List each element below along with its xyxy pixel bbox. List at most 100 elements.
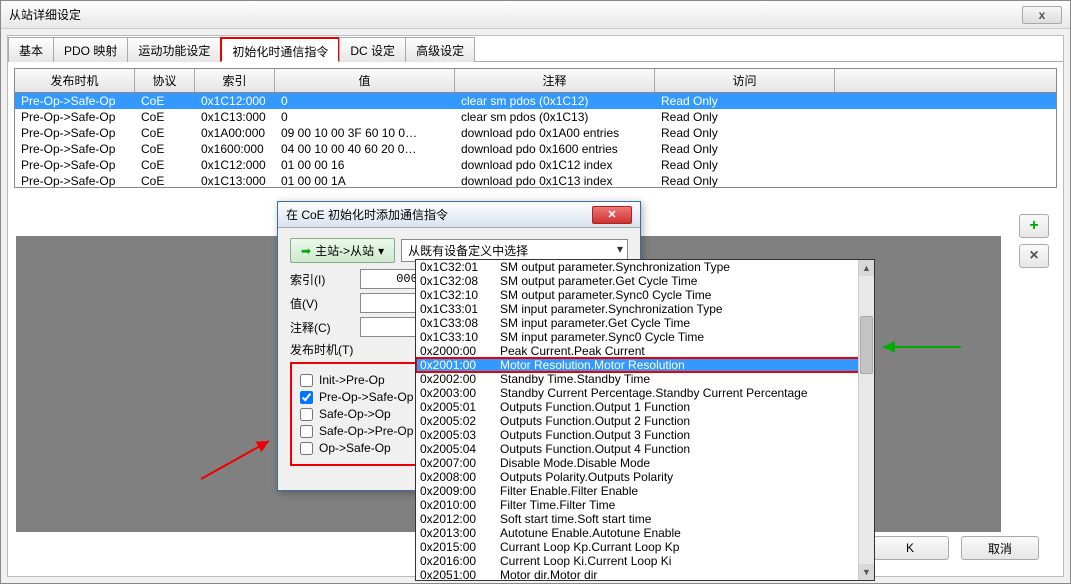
table-cell: 09 00 10 00 3F 60 10 0… bbox=[275, 125, 455, 141]
column-header[interactable]: 值 bbox=[275, 69, 455, 92]
item-desc: Soft start time.Soft start time bbox=[500, 512, 651, 526]
item-desc: Outputs Function.Output 1 Function bbox=[500, 400, 690, 414]
dropdown-scrollbar[interactable]: ▲ ▼ bbox=[858, 260, 874, 580]
dropdown-item[interactable]: 0x2015:00Currant Loop Kp.Currant Loop Kp bbox=[416, 540, 874, 554]
dialog-close-button[interactable]: ✕ bbox=[592, 206, 632, 224]
column-header[interactable]: 注释 bbox=[455, 69, 655, 92]
delete-button[interactable]: × bbox=[1019, 244, 1049, 268]
dropdown-item[interactable]: 0x2002:00Standby Time.Standby Time bbox=[416, 372, 874, 386]
table-cell: Read Only bbox=[655, 125, 835, 141]
dropdown-item[interactable]: 0x1C32:10SM output parameter.Sync0 Cycle… bbox=[416, 288, 874, 302]
scroll-up-icon[interactable]: ▲ bbox=[859, 260, 874, 276]
table-body: Pre-Op->Safe-OpCoE0x1C12:0000clear sm pd… bbox=[15, 93, 1056, 188]
table-header: 发布时机协议索引值注释访问 bbox=[15, 69, 1056, 93]
table-row[interactable]: Pre-Op->Safe-OpCoE0x1C12:0000clear sm pd… bbox=[15, 93, 1056, 109]
tab-3[interactable]: 初始化时通信指令 bbox=[220, 37, 340, 62]
item-desc: Currant Loop Kp.Currant Loop Kp bbox=[500, 540, 679, 554]
dropdown-item[interactable]: 0x2008:00Outputs Polarity.Outputs Polari… bbox=[416, 470, 874, 484]
check-label: Op->Safe-Op bbox=[319, 441, 391, 455]
item-address: 0x2012:00 bbox=[420, 512, 500, 526]
table-cell: Pre-Op->Safe-Op bbox=[15, 125, 135, 141]
dropdown-item[interactable]: 0x2003:00Standby Current Percentage.Stan… bbox=[416, 386, 874, 400]
column-header[interactable]: 索引 bbox=[195, 69, 275, 92]
item-address: 0x2001:00 bbox=[420, 358, 500, 372]
dropdown-item[interactable]: 0x2005:04Outputs Function.Output 4 Funct… bbox=[416, 442, 874, 456]
window-title: 从站详细设定 bbox=[9, 6, 1022, 23]
table-row[interactable]: Pre-Op->Safe-OpCoE0x1600:00004 00 10 00 … bbox=[15, 141, 1056, 157]
dropdown-item[interactable]: 0x1C32:01SM output parameter.Synchroniza… bbox=[416, 260, 874, 274]
dropdown-item[interactable]: 0x1C33:08SM input parameter.Get Cycle Ti… bbox=[416, 316, 874, 330]
table-cell: CoE bbox=[135, 173, 195, 188]
dropdown-item[interactable]: 0x2051:00Motor dir.Motor dir bbox=[416, 568, 874, 581]
dropdown-item[interactable]: 0x2000:00Peak Current.Peak Current bbox=[416, 344, 874, 358]
checkbox[interactable] bbox=[300, 391, 313, 404]
window-close-button[interactable]: x bbox=[1022, 6, 1062, 24]
dropdown-item[interactable]: 0x2009:00Filter Enable.Filter Enable bbox=[416, 484, 874, 498]
column-header[interactable]: 发布时机 bbox=[15, 69, 135, 92]
item-desc: Peak Current.Peak Current bbox=[500, 344, 645, 358]
direction-label: 主站->从站 bbox=[315, 242, 374, 259]
dropdown-item[interactable]: 0x1C32:08SM output parameter.Get Cycle T… bbox=[416, 274, 874, 288]
tab-5[interactable]: 高级设定 bbox=[405, 37, 475, 62]
dropdown-item[interactable]: 0x2001:00Motor Resolution.Motor Resoluti… bbox=[416, 358, 874, 372]
dropdown-item[interactable]: 0x2013:00Autotune Enable.Autotune Enable bbox=[416, 526, 874, 540]
add-button[interactable]: + bbox=[1019, 214, 1049, 238]
device-dropdown[interactable]: 0x1C32:01SM output parameter.Synchroniza… bbox=[415, 259, 875, 581]
cancel-button[interactable]: 取消 bbox=[961, 536, 1039, 560]
table-row[interactable]: Pre-Op->Safe-OpCoE0x1C13:00001 00 00 1Ad… bbox=[15, 173, 1056, 188]
table-cell: Read Only bbox=[655, 157, 835, 173]
side-buttons: + × bbox=[1019, 214, 1049, 268]
table-cell: 0x1600:000 bbox=[195, 141, 275, 157]
table-row[interactable]: Pre-Op->Safe-OpCoE0x1C12:00001 00 00 16d… bbox=[15, 157, 1056, 173]
item-desc: Motor dir.Motor dir bbox=[500, 568, 597, 581]
direction-button[interactable]: ➡ 主站->从站 ▾ bbox=[290, 238, 395, 263]
tab-2[interactable]: 运动功能设定 bbox=[127, 37, 221, 62]
table-cell: Pre-Op->Safe-Op bbox=[15, 109, 135, 125]
item-address: 0x2010:00 bbox=[420, 498, 500, 512]
dropdown-item[interactable]: 0x2005:01Outputs Function.Output 1 Funct… bbox=[416, 400, 874, 414]
dialog-titlebar: 在 CoE 初始化时添加通信指令 ✕ bbox=[278, 202, 640, 228]
ok-button[interactable]: K bbox=[871, 536, 949, 560]
item-desc: Current Loop Ki.Current Loop Ki bbox=[500, 554, 671, 568]
tab-4[interactable]: DC 设定 bbox=[339, 37, 406, 62]
dropdown-item[interactable]: 0x2012:00Soft start time.Soft start time bbox=[416, 512, 874, 526]
checkbox[interactable] bbox=[300, 374, 313, 387]
checkbox[interactable] bbox=[300, 442, 313, 455]
item-desc: Outputs Polarity.Outputs Polarity bbox=[500, 470, 673, 484]
table-cell: CoE bbox=[135, 109, 195, 125]
dropdown-item[interactable]: 0x2010:00Filter Time.Filter Time bbox=[416, 498, 874, 512]
table-cell: download pdo 0x1600 entries bbox=[455, 141, 655, 157]
item-address: 0x2051:00 bbox=[420, 568, 500, 581]
table-cell: download pdo 0x1C12 index bbox=[455, 157, 655, 173]
check-label: Pre-Op->Safe-Op bbox=[319, 390, 413, 404]
table-cell: 0x1C12:000 bbox=[195, 157, 275, 173]
table-cell: 0x1A00:000 bbox=[195, 125, 275, 141]
table-cell: download pdo 0x1A00 entries bbox=[455, 125, 655, 141]
dropdown-item[interactable]: 0x1C33:10SM input parameter.Sync0 Cycle … bbox=[416, 330, 874, 344]
table-cell: 01 00 00 16 bbox=[275, 157, 455, 173]
main-window: 从站详细设定 x 基本PDO 映射运动功能设定初始化时通信指令DC 设定高级设定… bbox=[0, 0, 1071, 584]
column-header[interactable]: 访问 bbox=[655, 69, 835, 92]
table-row[interactable]: Pre-Op->Safe-OpCoE0x1C13:0000clear sm pd… bbox=[15, 109, 1056, 125]
dropdown-item[interactable]: 0x2007:00Disable Mode.Disable Mode bbox=[416, 456, 874, 470]
table-row[interactable]: Pre-Op->Safe-OpCoE0x1A00:00009 00 10 00 … bbox=[15, 125, 1056, 141]
scroll-down-icon[interactable]: ▼ bbox=[859, 564, 874, 580]
dropdown-item[interactable]: 0x2005:02Outputs Function.Output 2 Funct… bbox=[416, 414, 874, 428]
table-cell: Pre-Op->Safe-Op bbox=[15, 141, 135, 157]
table-cell: Read Only bbox=[655, 141, 835, 157]
dropdown-item[interactable]: 0x2005:03Outputs Function.Output 3 Funct… bbox=[416, 428, 874, 442]
tab-0[interactable]: 基本 bbox=[8, 37, 54, 62]
checkbox[interactable] bbox=[300, 425, 313, 438]
column-header[interactable]: 协议 bbox=[135, 69, 195, 92]
dropdown-item[interactable]: 0x1C33:01SM input parameter.Synchronizat… bbox=[416, 302, 874, 316]
item-address: 0x1C33:10 bbox=[420, 330, 500, 344]
table-cell: CoE bbox=[135, 141, 195, 157]
scroll-thumb[interactable] bbox=[860, 316, 873, 374]
item-desc: SM input parameter.Sync0 Cycle Time bbox=[500, 330, 704, 344]
tab-1[interactable]: PDO 映射 bbox=[53, 37, 128, 62]
checkbox[interactable] bbox=[300, 408, 313, 421]
table-cell: Read Only bbox=[655, 109, 835, 125]
dropdown-item[interactable]: 0x2016:00Current Loop Ki.Current Loop Ki bbox=[416, 554, 874, 568]
item-desc: Disable Mode.Disable Mode bbox=[500, 456, 650, 470]
item-address: 0x1C33:01 bbox=[420, 302, 500, 316]
